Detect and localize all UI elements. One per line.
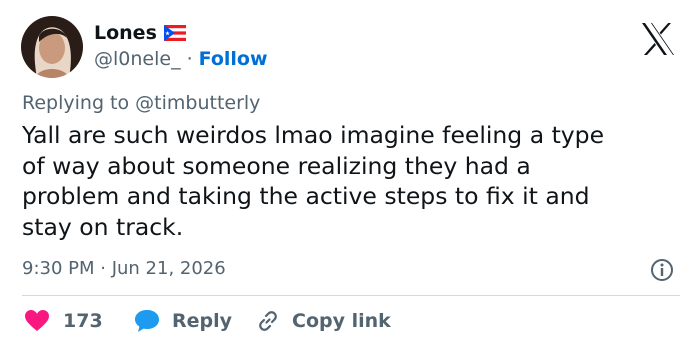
action-bar: 173 Reply Copy link	[0, 306, 700, 336]
info-icon[interactable]	[650, 258, 674, 282]
tweet-text: Yall are such weirdos lmao imagine feeli…	[22, 121, 605, 241]
reply-button[interactable]: Reply	[134, 306, 232, 336]
follow-button[interactable]: Follow	[199, 48, 268, 70]
reply-label: Reply	[172, 310, 233, 332]
separator-dot: ·	[186, 48, 193, 70]
tweet-card: Lones @l0nele_ · Follow Replying to @tim…	[0, 0, 700, 348]
like-button[interactable]: 173	[24, 306, 103, 336]
handle-row: @l0nele_ · Follow	[94, 46, 268, 72]
x-logo-icon[interactable]	[640, 22, 676, 56]
name-row: Lones	[94, 20, 186, 46]
heart-icon	[24, 309, 50, 333]
puerto-rico-flag-icon	[163, 25, 186, 41]
reply-bubble-icon	[134, 309, 160, 333]
timestamp[interactable]: 9:30 PM · Jun 21, 2026	[22, 258, 226, 279]
copy-link-button[interactable]: Copy link	[256, 306, 391, 336]
replying-to: Replying to @timbutterly	[22, 92, 261, 114]
copy-link-label: Copy link	[292, 310, 391, 332]
display-name[interactable]: Lones	[94, 22, 157, 44]
avatar[interactable]	[21, 16, 83, 78]
user-handle[interactable]: @l0nele_	[94, 48, 181, 70]
like-count: 173	[63, 310, 103, 332]
link-icon	[256, 309, 280, 333]
divider	[22, 295, 680, 296]
